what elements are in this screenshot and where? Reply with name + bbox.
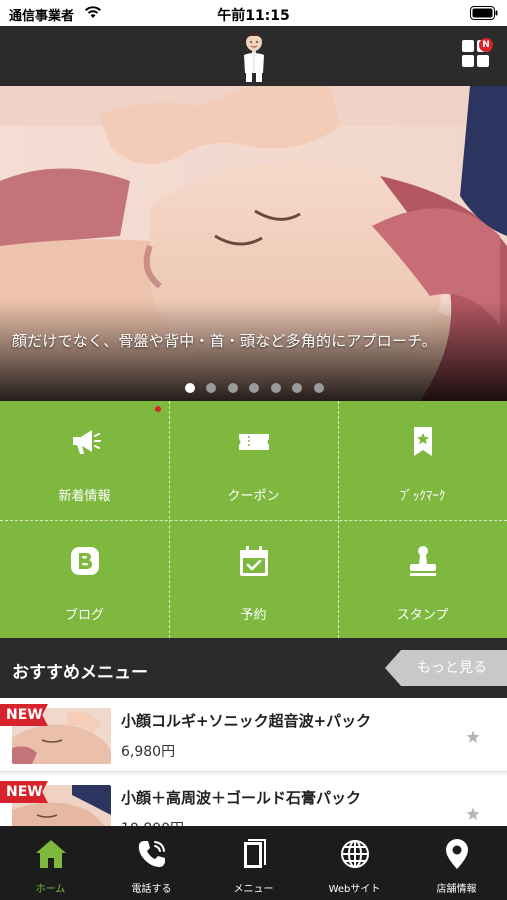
- tab-label: ホーム: [35, 884, 66, 895]
- grid-item-bookmark[interactable]: ﾌﾞｯｸﾏｰｸ: [338, 401, 507, 519]
- tab-label: 店舗情報: [436, 884, 477, 895]
- grid-item-stamp[interactable]: スタンプ: [338, 520, 507, 638]
- phone-icon: [138, 841, 165, 867]
- slide-dot[interactable]: [185, 383, 195, 393]
- tab-label: Webサイト: [328, 884, 381, 895]
- list-item[interactable]: NEW 小顔＋高周波＋ゴールド石膏パック 10,800円: [0, 775, 507, 826]
- hero-photo: [0, 86, 507, 401]
- grid-item-label: クーポン: [227, 489, 280, 504]
- new-badge: NEW: [0, 781, 48, 803]
- mascot-logo-icon: [244, 31, 264, 82]
- item-name: 小顔コルギ+ソニック超音波+パック: [121, 712, 372, 730]
- grid-item-coupon[interactable]: クーポン: [169, 401, 338, 519]
- more-button[interactable]: もっと見る: [385, 650, 507, 686]
- bookmark-icon: [413, 427, 432, 456]
- globe-icon: [340, 840, 369, 868]
- item-name: 小顔＋高周波＋ゴールド石膏パック: [121, 789, 362, 807]
- tab-website[interactable]: Webサイト: [304, 826, 405, 900]
- map-pin-icon: [445, 839, 468, 869]
- slide-dot[interactable]: [271, 383, 281, 393]
- ticket-icon: [238, 434, 269, 450]
- grid-item-label: ﾌﾞｯｸﾏｰｸ: [399, 489, 446, 504]
- status-bar: 通信事業者 午前11:15: [0, 0, 507, 26]
- app-header: N: [0, 26, 507, 86]
- stamp-icon: [409, 546, 436, 576]
- slide-dot[interactable]: [314, 383, 324, 393]
- tab-store-info[interactable]: 店舗情報: [406, 826, 507, 900]
- grid-item-label: スタンプ: [396, 608, 449, 623]
- star-icon[interactable]: [466, 807, 480, 821]
- book-icon: [243, 839, 266, 868]
- grid-item-blog[interactable]: ブログ: [0, 520, 169, 638]
- battery-icon: [470, 6, 498, 20]
- item-price: 6,980円: [121, 744, 176, 760]
- list-item[interactable]: NEW 小顔コルギ+ソニック超音波+パック 6,980円: [0, 698, 507, 772]
- recommended-list: NEW 小顔コルギ+ソニック超音波+パック 6,980円 NEW 小顔＋高周波＋…: [0, 698, 507, 826]
- star-icon[interactable]: [466, 730, 480, 744]
- grid-item-news[interactable]: 新着情報: [0, 401, 169, 519]
- unread-indicator: [155, 406, 161, 412]
- status-time: 午前11:15: [217, 8, 290, 24]
- feature-grid: 新着情報 クーポン ﾌﾞｯｸﾏｰｸ ブログ 予約 スタンプ: [0, 401, 507, 638]
- recommended-header: おすすめメニュー もっと見る: [0, 638, 507, 698]
- slide-dot[interactable]: [292, 383, 302, 393]
- grid-item-label: ブログ: [64, 608, 104, 623]
- megaphone-icon: [72, 430, 101, 454]
- grid-item-reservation[interactable]: 予約: [169, 520, 338, 638]
- grid-item-label: 新着情報: [58, 489, 111, 504]
- tab-label: メニュー: [233, 884, 274, 895]
- slide-dot[interactable]: [206, 383, 216, 393]
- slide-dot[interactable]: [249, 383, 259, 393]
- home-icon: [35, 840, 66, 868]
- slide-indicator[interactable]: [0, 383, 507, 395]
- grid-item-label: 予約: [240, 608, 267, 623]
- grid-divider: [0, 520, 507, 521]
- item-price: 10,800円: [121, 818, 184, 826]
- hero-slider[interactable]: [0, 86, 507, 401]
- new-badge: NEW: [0, 704, 48, 726]
- tab-label: 電話する: [131, 884, 172, 895]
- section-title: おすすめメニュー: [12, 663, 148, 683]
- tab-menu[interactable]: メニュー: [203, 826, 304, 900]
- notification-badge: N: [479, 38, 493, 52]
- tab-home[interactable]: ホーム: [0, 826, 101, 900]
- slide-dot[interactable]: [228, 383, 238, 393]
- hero-caption: 顔だけでなく、骨盤や背中・首・頭など多角的にアプローチ。: [12, 332, 437, 350]
- calendar-icon: [239, 546, 268, 576]
- blog-icon: [70, 547, 99, 575]
- tab-phone[interactable]: 電話する: [101, 826, 202, 900]
- tab-bar: ホーム 電話する メニュー Webサイト 店舗情報: [0, 826, 507, 900]
